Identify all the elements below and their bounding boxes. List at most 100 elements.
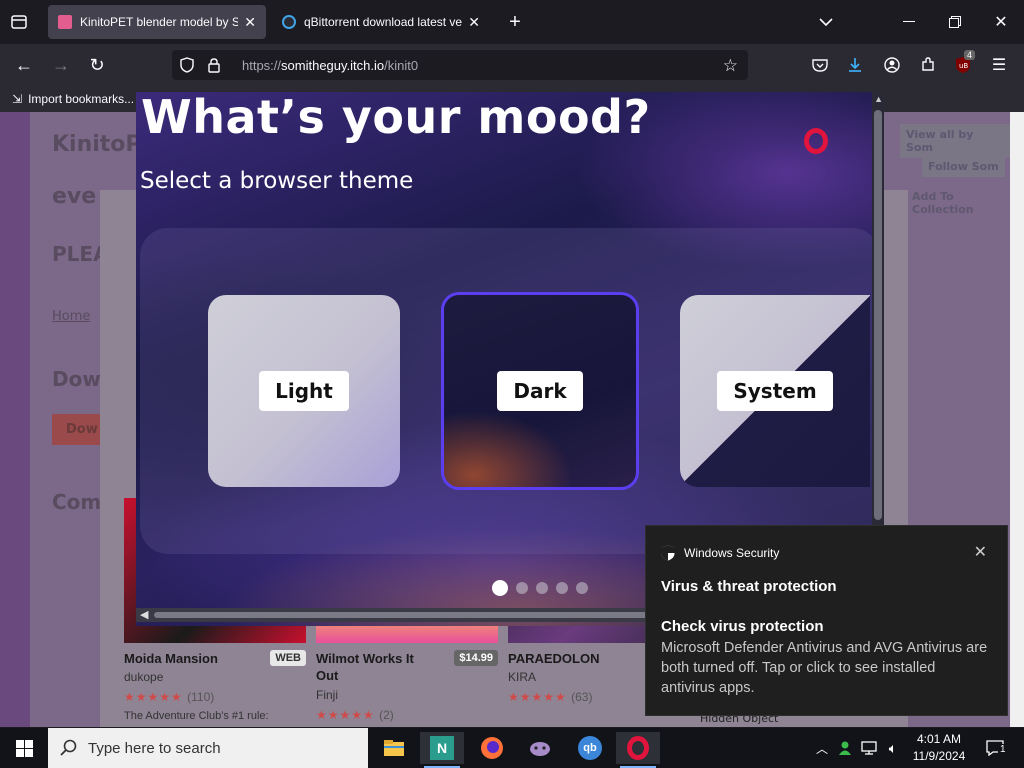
tab-title: qBittorrent download latest ver: [304, 15, 463, 29]
tab-qbittorrent[interactable]: qBittorrent download latest ver ✕: [272, 5, 490, 39]
rating-count: (2): [379, 708, 394, 722]
lock-icon[interactable]: [208, 57, 224, 73]
svg-text:uB: uB: [959, 62, 968, 70]
url-bar[interactable]: https://somitheguy.itch.io/kinit0 ☆: [172, 50, 748, 80]
import-bookmarks-link[interactable]: Import bookmarks...: [28, 92, 134, 106]
game-author[interactable]: Finji: [316, 688, 338, 702]
page-title-fragment: KinitoP: [52, 132, 142, 157]
app-creature-icon[interactable]: [518, 732, 562, 764]
scrollbar-thumb[interactable]: [874, 110, 882, 520]
tray-app-icon[interactable]: [834, 732, 856, 764]
rating-stars: ★★★★★ (110): [124, 690, 215, 704]
notification-count-badge: 1: [998, 744, 1008, 755]
pagination-dot[interactable]: [556, 582, 568, 594]
notification-heading: Virus & threat protection: [661, 578, 837, 595]
close-window-button[interactable]: ✕: [990, 12, 1012, 32]
windows-security-notification[interactable]: Windows Security ✕ Virus & threat protec…: [645, 525, 1008, 716]
game-title[interactable]: Moida Mansion: [124, 650, 236, 667]
url-protocol: https://: [242, 57, 282, 73]
view-all-by-button[interactable]: View all by Som: [900, 124, 1010, 158]
navigation-toolbar: ← → ↻ https://somitheguy.itch.io/kinit0 …: [0, 44, 1024, 86]
price-badge: $14.99: [454, 650, 498, 666]
firefox-icon[interactable]: [470, 732, 514, 764]
popup-subtitle: Select a browser theme: [140, 168, 414, 194]
theme-option-label: Dark: [497, 371, 583, 411]
rating-count: (63): [571, 690, 593, 704]
notification-app-name: Windows Security: [684, 546, 780, 560]
volume-icon[interactable]: 🔈︎: [882, 732, 904, 764]
restore-button[interactable]: [944, 12, 966, 32]
popup-title: What’s your mood?: [141, 92, 651, 144]
add-to-collection-button[interactable]: Add To Collection: [912, 190, 1010, 216]
rating-stars: ★★★★★ (2): [316, 708, 394, 722]
url-host: somitheguy.itch.io: [281, 57, 385, 73]
ublock-origin-icon[interactable]: uB 4: [952, 50, 976, 76]
page-subtitle-fragment: eve: [52, 184, 97, 209]
search-icon: [60, 739, 78, 757]
close-tab-icon[interactable]: ✕: [244, 14, 256, 31]
theme-option-light[interactable]: Light: [208, 295, 400, 487]
action-center-icon[interactable]: 1: [978, 732, 1012, 764]
theme-option-label: Light: [259, 371, 349, 411]
tab-kinitopet[interactable]: KinitoPET blender model by So ✕: [48, 5, 266, 39]
pagination-dot-active[interactable]: [492, 580, 508, 596]
new-tab-button[interactable]: +: [504, 10, 526, 34]
start-button[interactable]: [0, 732, 48, 764]
scroll-left-arrow-icon[interactable]: ◀: [140, 608, 148, 621]
bookmark-star-icon[interactable]: ☆: [723, 56, 738, 76]
minimize-button[interactable]: [898, 12, 920, 32]
pagination-dot[interactable]: [576, 582, 588, 594]
close-notification-icon[interactable]: ✕: [974, 542, 987, 562]
downloads-icon[interactable]: [844, 54, 866, 76]
extensions-icon[interactable]: [917, 54, 939, 76]
qbittorrent-favicon-icon: [282, 15, 296, 29]
import-bookmarks-icon[interactable]: ⇲: [12, 92, 22, 106]
file-explorer-icon[interactable]: [372, 732, 416, 764]
opera-logo-icon: [804, 128, 828, 154]
forward-button[interactable]: →: [49, 54, 73, 76]
game-title[interactable]: Wilmot Works It Out: [316, 650, 428, 684]
theme-option-dark[interactable]: Dark: [441, 292, 639, 490]
rating-count: (110): [187, 690, 215, 704]
rating-stars: ★★★★★ (63): [508, 690, 593, 704]
account-icon[interactable]: [881, 54, 903, 76]
qbittorrent-icon[interactable]: qb: [568, 732, 612, 764]
close-tab-icon[interactable]: ✕: [468, 14, 480, 31]
game-description: The Adventure Club's #1 rule:: [124, 710, 269, 722]
game-title[interactable]: PARAEDOLON: [508, 650, 620, 667]
pagination-dot[interactable]: [536, 582, 548, 594]
clock-date: 11/9/2024: [912, 749, 966, 763]
theme-option-label: System: [717, 371, 833, 411]
opera-icon[interactable]: [616, 732, 660, 768]
clock-time: 4:01 AM: [916, 732, 962, 746]
page-scrollbar[interactable]: [1010, 112, 1024, 727]
back-button[interactable]: ←: [12, 54, 36, 76]
show-hidden-icons-chevron[interactable]: ︿: [812, 732, 832, 764]
system-clock[interactable]: 4:01 AM 11/9/2024: [908, 731, 970, 765]
tab-bar: KinitoPET blender model by So ✕ qBittorr…: [0, 0, 1024, 44]
game-author[interactable]: KIRA: [508, 670, 536, 684]
game-author[interactable]: dukope: [124, 670, 163, 684]
tab-manager-icon[interactable]: [8, 12, 30, 32]
reload-button[interactable]: ↻: [85, 54, 109, 76]
download-heading-fragment: Dow: [52, 367, 101, 391]
url-path: /kinit0: [384, 57, 419, 73]
network-icon[interactable]: [858, 732, 880, 764]
pocket-icon[interactable]: [809, 54, 831, 76]
pagination-dot[interactable]: [516, 582, 528, 594]
nodejs-app-icon[interactable]: N: [420, 732, 464, 768]
taskbar-search-box[interactable]: Type here to search: [48, 728, 368, 768]
search-placeholder: Type here to search: [88, 739, 221, 757]
itchio-favicon-icon: [58, 15, 72, 29]
tracking-protection-icon[interactable]: [180, 57, 196, 73]
app-menu-icon[interactable]: ☰: [988, 54, 1010, 76]
comments-heading-fragment: Com: [52, 490, 102, 514]
theme-option-system[interactable]: System: [680, 295, 870, 487]
scroll-up-arrow-icon[interactable]: ▲: [874, 94, 883, 104]
page-link-fragment[interactable]: Home: [52, 309, 90, 324]
shield-icon: [661, 545, 675, 561]
follow-button[interactable]: Follow Som: [922, 156, 1005, 177]
windows-taskbar: Type here to search N qb ︿ 🔈︎ 4:01 AM 11…: [0, 728, 1024, 768]
list-all-tabs-icon[interactable]: [815, 12, 837, 32]
platform-badge: WEB: [270, 650, 306, 666]
